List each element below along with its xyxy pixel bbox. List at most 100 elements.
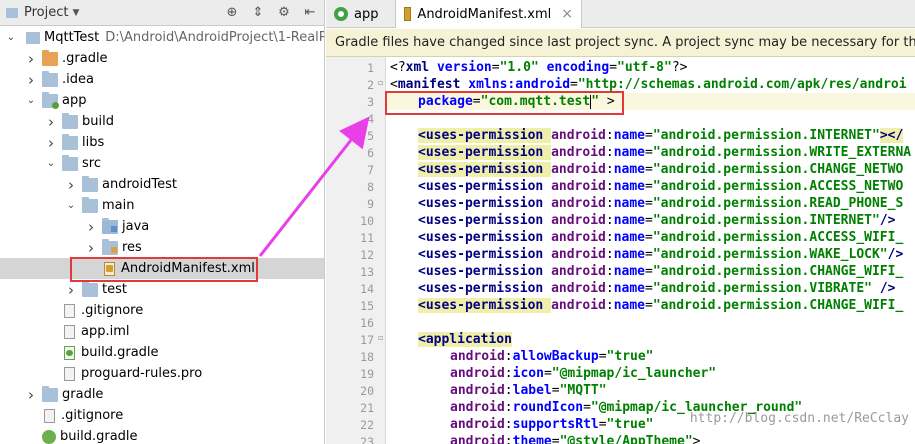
tree-item[interactable]: .gitignore bbox=[0, 300, 324, 321]
collapse-all-icon[interactable]: ⇕ bbox=[250, 4, 266, 20]
tree-item[interactable]: build.gradle bbox=[0, 342, 324, 363]
tab-androidmanifest[interactable]: AndroidManifest.xml × bbox=[396, 0, 582, 28]
code-token: "android.permission.VIBRATE" bbox=[652, 281, 872, 296]
hide-panel-icon[interactable]: ⇤ bbox=[302, 4, 318, 20]
chevron-right-icon[interactable]: › bbox=[44, 134, 58, 152]
code-line[interactable]: <uses-permission android:name="android.p… bbox=[387, 246, 915, 263]
watermark: http://blog.csdn.net/ReCclay bbox=[689, 411, 909, 426]
tree-item[interactable]: › test bbox=[0, 279, 324, 300]
tree-item[interactable]: ⌄ main bbox=[0, 195, 324, 216]
tab-label: app bbox=[354, 6, 379, 22]
code-token: > bbox=[692, 434, 701, 444]
folder-icon bbox=[42, 385, 58, 402]
tree-item[interactable]: › .gradle bbox=[0, 48, 324, 69]
tree-item-label: java bbox=[122, 219, 150, 234]
code-token: android bbox=[551, 230, 606, 245]
code-token: label bbox=[512, 383, 552, 398]
code-line[interactable]: <uses-permission android:name="android.p… bbox=[387, 280, 915, 297]
tree-item[interactable]: build.gradle bbox=[0, 426, 324, 444]
code-token: "android.permission.INTERNET" bbox=[652, 128, 880, 143]
code-line[interactable]: <uses-permission android:name="android.p… bbox=[387, 229, 915, 246]
code-line[interactable]: <?xml version="1.0" encoding="utf-8"?> bbox=[387, 59, 915, 76]
chevron-down-icon[interactable]: ⌄ bbox=[44, 158, 58, 169]
code-token: : bbox=[504, 349, 513, 364]
code-editor[interactable]: <?xml version="1.0" encoding="utf-8"?> <m… bbox=[387, 57, 915, 444]
tree-item-label: .gradle bbox=[62, 51, 108, 66]
tree-item-label: androidTest bbox=[102, 177, 177, 192]
project-panel-header: Project ▼ ⊕ ⇕ ⚙ ⇤ bbox=[0, 0, 324, 26]
chevron-right-icon[interactable]: › bbox=[24, 386, 38, 404]
code-token: = bbox=[598, 417, 607, 432]
code-token: = bbox=[645, 213, 653, 228]
code-token: ></ bbox=[879, 128, 904, 143]
code-token: : bbox=[605, 145, 614, 160]
code-token: = bbox=[491, 60, 500, 75]
code-token: "true" bbox=[606, 349, 654, 364]
fold-marker-icon[interactable]: ▫ bbox=[378, 333, 386, 343]
code-line[interactable]: android:label="MQTT" bbox=[387, 382, 915, 399]
tree-item[interactable]: proguard-rules.pro bbox=[0, 363, 324, 384]
code-token: : bbox=[605, 264, 614, 279]
code-line[interactable]: <uses-permission android:name="android.p… bbox=[387, 195, 915, 212]
code-token: = bbox=[645, 281, 653, 296]
code-token: icon bbox=[512, 366, 544, 381]
chevron-right-icon[interactable]: › bbox=[24, 50, 38, 68]
code-line[interactable]: <uses-permission android:name="android.p… bbox=[387, 161, 915, 178]
tab-app[interactable]: app bbox=[326, 0, 396, 28]
tree-item[interactable]: › androidTest bbox=[0, 174, 324, 195]
code-token: <uses-permission bbox=[418, 196, 552, 211]
code-token: = bbox=[645, 162, 653, 177]
tree-item[interactable]: app.iml bbox=[0, 321, 324, 342]
tree-item[interactable]: › .idea bbox=[0, 69, 324, 90]
folder-icon bbox=[82, 280, 98, 297]
chevron-right-icon[interactable]: › bbox=[84, 218, 98, 236]
code-token: <uses-permission bbox=[418, 298, 552, 313]
fold-marker-icon[interactable]: ▫ bbox=[378, 78, 386, 88]
scroll-from-source-icon[interactable]: ⊕ bbox=[224, 4, 240, 20]
chevron-down-icon[interactable]: ▼ bbox=[72, 8, 79, 18]
code-token: : bbox=[605, 128, 614, 143]
code-token: = bbox=[645, 196, 653, 211]
code-line[interactable]: <uses-permission android:name="android.p… bbox=[387, 144, 915, 161]
code-line[interactable]: <application bbox=[387, 331, 915, 348]
code-line[interactable]: <uses-permission android:name="android.p… bbox=[387, 212, 915, 229]
code-token: ?> bbox=[671, 60, 688, 75]
project-view-selector[interactable]: Project bbox=[24, 5, 68, 20]
close-icon[interactable]: × bbox=[561, 6, 573, 22]
code-token: : bbox=[605, 247, 614, 262]
tree-item[interactable]: ⌄ app bbox=[0, 90, 324, 111]
chevron-down-icon[interactable]: ⌄ bbox=[64, 200, 78, 211]
chevron-right-icon[interactable]: › bbox=[44, 113, 58, 131]
tree-item[interactable]: › build bbox=[0, 111, 324, 132]
chevron-right-icon[interactable]: › bbox=[64, 281, 78, 299]
folder-icon bbox=[62, 154, 78, 171]
tree-item[interactable]: › java bbox=[0, 216, 324, 237]
code-line[interactable] bbox=[387, 314, 915, 331]
tree-item[interactable]: ⌄ MqttTest D:\Android\AndroidProject\1-Rea… bbox=[0, 27, 324, 48]
code-token: = bbox=[551, 383, 560, 398]
code-line[interactable]: android:allowBackup="true" bbox=[387, 348, 915, 365]
code-line[interactable]: <uses-permission android:name="android.p… bbox=[387, 297, 915, 314]
folder-icon bbox=[82, 175, 98, 192]
chevron-right-icon[interactable]: › bbox=[24, 71, 38, 89]
code-token: name bbox=[613, 213, 645, 228]
code-line[interactable]: <uses-permission android:name="android.p… bbox=[387, 127, 915, 144]
line-number: 23 bbox=[360, 435, 374, 444]
tree-item[interactable]: ⌄ src bbox=[0, 153, 324, 174]
code-token: name bbox=[613, 145, 645, 160]
tree-item[interactable]: .gitignore bbox=[0, 405, 324, 426]
code-line[interactable]: <uses-permission android:name="android.p… bbox=[387, 178, 915, 195]
tree-item[interactable]: › res bbox=[0, 237, 324, 258]
code-line[interactable]: android:theme="@style/AppTheme"> bbox=[387, 433, 915, 444]
code-line[interactable]: <uses-permission android:name="android.p… bbox=[387, 263, 915, 280]
chevron-down-icon[interactable]: ⌄ bbox=[24, 95, 38, 106]
gear-icon[interactable]: ⚙ bbox=[276, 4, 292, 20]
code-line[interactable]: android:icon="@mipmap/ic_launcher" bbox=[387, 365, 915, 382]
code-token: = bbox=[645, 247, 653, 262]
chevron-down-icon[interactable]: ⌄ bbox=[4, 32, 18, 43]
chevron-right-icon[interactable]: › bbox=[84, 239, 98, 257]
code-token: xmlns:android bbox=[468, 77, 571, 92]
chevron-right-icon[interactable]: › bbox=[64, 176, 78, 194]
tree-item[interactable]: › gradle bbox=[0, 384, 324, 405]
tree-item[interactable]: › libs bbox=[0, 132, 324, 153]
